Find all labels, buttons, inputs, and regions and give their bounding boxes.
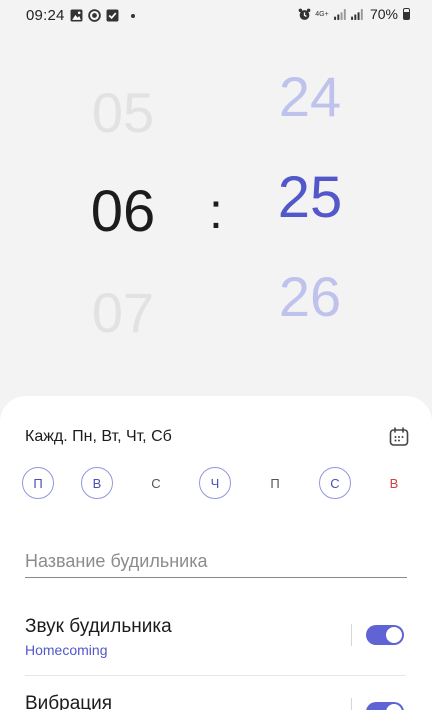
vibration-toggle[interactable] [366,702,404,710]
time-separator: : [209,183,223,239]
alarm-sound-setting[interactable]: Звук будильника Homecoming [25,616,406,658]
check-icon [106,9,119,22]
alarm-edit-screen: 09:24 4G+ 70% 05 06 07: 24 25 26 Кажд. … [0,0,432,710]
alarm-name-input[interactable] [25,546,407,578]
notification-dot [131,13,135,18]
vibration-toggle-divider [351,698,352,710]
status-left-icons [70,9,135,22]
alarm-sound-value: Homecoming [25,642,108,658]
status-bar: 09:24 4G+ 70% [0,0,432,32]
time-picker: 05 06 07 : 24 25 26 [0,40,432,380]
repeat-row: Кажд. Пн, Вт, Чт, Сб [25,426,410,450]
image-icon [70,9,83,22]
battery-percent: 70% [369,6,398,22]
vibration-title: Вибрация [25,693,113,710]
day-mon[interactable]: П [22,467,54,499]
hour-current[interactable]: 06 [63,178,183,245]
sound-toggle-divider [351,624,352,646]
day-wed[interactable]: С [140,467,172,499]
settings-divider [25,675,406,676]
alarm-sound-toggle[interactable] [366,625,404,645]
hour-next[interactable]: 07 [63,280,183,345]
signal-icon [351,8,363,20]
signal-icon [334,8,346,20]
alarm-settings-sheet: Кажд. Пн, Вт, Чт, Сб П В С Ч П С В Зву [0,396,432,710]
day-fri[interactable]: П [259,467,291,499]
day-sun[interactable]: В [378,467,410,499]
alarm-sound-title: Звук будильника [25,616,172,637]
network-type: 4G+ [315,10,329,18]
weekday-selector: П В С Ч П С В [22,467,414,501]
day-thu[interactable]: Ч [199,467,231,499]
minute-next[interactable]: 26 [250,264,370,329]
minute-current[interactable]: 25 [250,164,370,231]
status-time: 09:24 [26,7,65,24]
battery-icon [403,8,410,20]
repeat-summary: Кажд. Пн, Вт, Чт, Сб [25,428,172,445]
minute-previous[interactable]: 24 [250,64,370,129]
alarm-icon [298,8,311,20]
status-right-icons: 4G+ 70% [298,6,410,22]
hour-previous[interactable]: 05 [63,80,183,145]
location-icon [88,9,101,22]
vibration-setting[interactable]: Вибрация [25,693,406,710]
day-tue[interactable]: В [81,467,113,499]
calendar-icon[interactable] [388,426,410,448]
day-sat[interactable]: С [319,467,351,499]
